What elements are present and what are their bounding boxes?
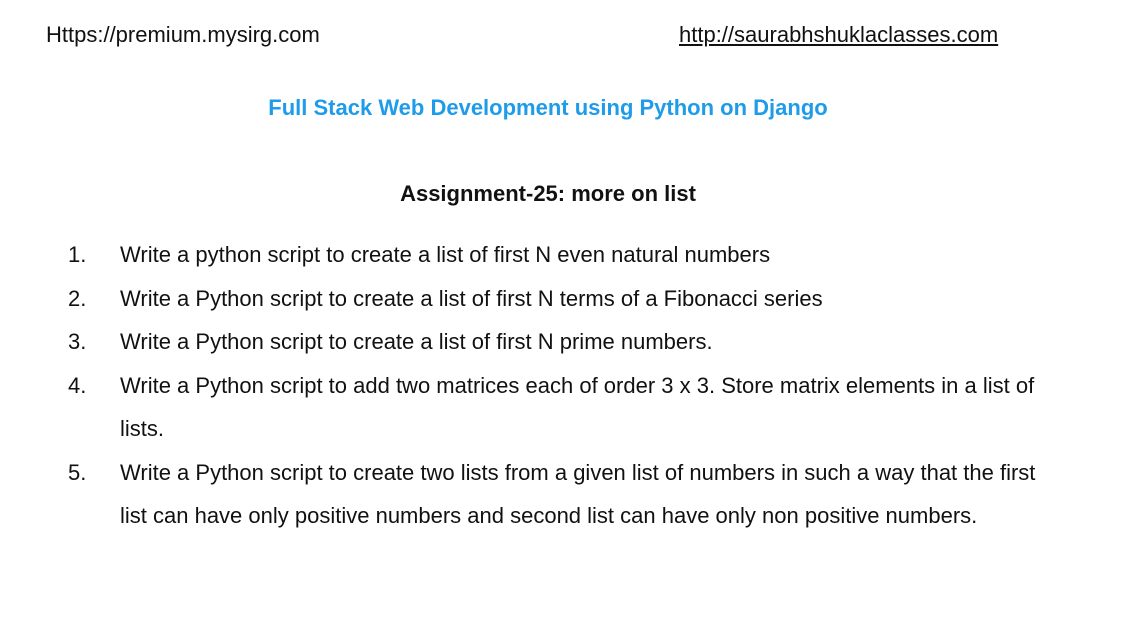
task-item: 4. Write a Python script to add two matr…: [0, 364, 1065, 451]
task-number: 3.: [68, 329, 87, 354]
task-text: Write a Python script to create two list…: [120, 459, 1036, 529]
task-number: 1.: [68, 242, 87, 267]
task-number: 2.: [68, 285, 87, 311]
task-item: 1. Write a python script to create a lis…: [0, 233, 1065, 277]
task-item: 5. Write a Python script to create two l…: [0, 451, 1065, 538]
task-text: Write a python script to create a list o…: [120, 242, 771, 267]
assignment-title: Assignment-25: more on list: [400, 181, 696, 206]
task-text: Write a Python script to create a list o…: [120, 285, 823, 311]
task-item: 3. Write a Python script to create a lis…: [0, 320, 1065, 364]
task-list: 1. Write a python script to create a lis…: [0, 233, 1142, 538]
course-title: Full Stack Web Development using Python …: [268, 95, 828, 120]
header-right-link[interactable]: http://saurabhshuklaclasses.com: [679, 22, 998, 48]
header-left-link[interactable]: Https://premium.mysirg.com: [46, 22, 320, 48]
task-text: Write a Python script to create a list o…: [120, 329, 713, 354]
task-number: 4.: [68, 372, 87, 398]
task-text: Write a Python script to add two matrice…: [120, 372, 1035, 442]
task-item: 2. Write a Python script to create a lis…: [0, 277, 1065, 321]
task-number: 5.: [68, 459, 87, 485]
